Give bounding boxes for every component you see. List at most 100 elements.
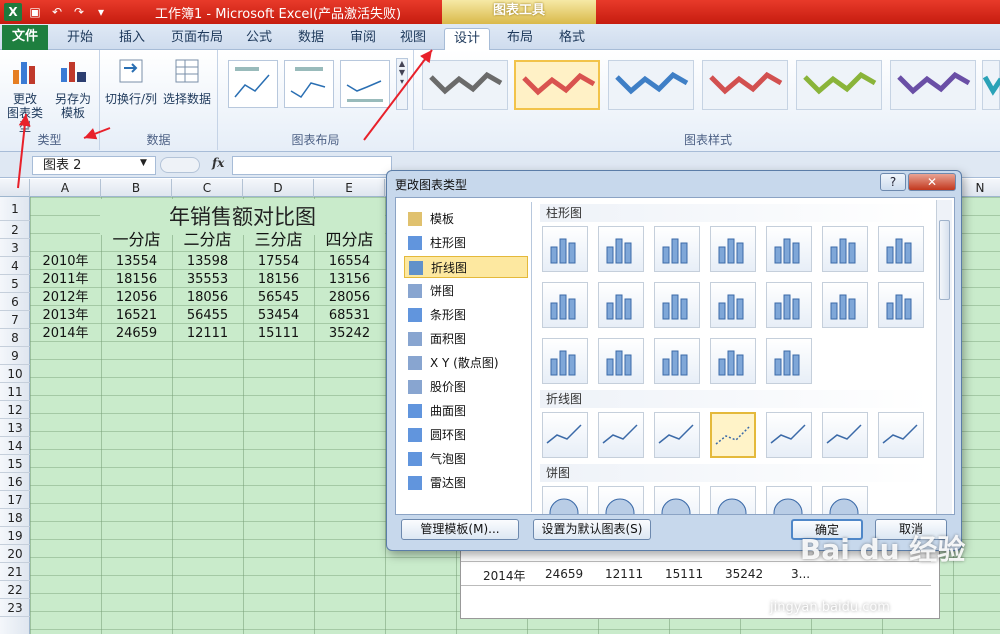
tab-view[interactable]: 视图 [394, 28, 432, 50]
chart-type-item[interactable]: 柱形图 [404, 232, 528, 254]
year-cell[interactable]: 2010年 [30, 253, 101, 271]
undo-icon[interactable]: ↶ [48, 3, 66, 21]
row-header-4[interactable]: 4 [0, 257, 30, 275]
column-subtype-option[interactable] [542, 338, 588, 384]
column-subtype-option[interactable] [822, 226, 868, 272]
line-subtype-option[interactable] [542, 412, 588, 458]
row-header-18[interactable]: 18 [0, 509, 30, 527]
line-subtype-option[interactable] [878, 412, 924, 458]
value-cell[interactable]: 13156 [314, 271, 385, 289]
manage-templates-button[interactable]: 管理模板(M)... [401, 519, 519, 540]
header-cell[interactable]: 三分店 [243, 231, 314, 249]
row-header-1[interactable]: 1 [0, 197, 30, 221]
line-subtype-option[interactable] [598, 412, 644, 458]
line-subtype-option[interactable] [766, 412, 812, 458]
col-header-a[interactable]: A [30, 179, 101, 197]
year-cell[interactable]: 2012年 [30, 289, 101, 307]
column-subtype-option[interactable] [766, 282, 812, 328]
gallery-scrollbar[interactable] [936, 200, 952, 514]
tab-formulas[interactable]: 公式 [240, 28, 278, 50]
pie-subtype-option[interactable] [598, 486, 644, 514]
formula-input[interactable] [232, 156, 392, 175]
column-subtype-option[interactable] [598, 338, 644, 384]
column-subtype-option[interactable] [598, 226, 644, 272]
switch-row-column-button[interactable]: 切换行/列 [104, 56, 158, 106]
row-header-11[interactable]: 11 [0, 383, 30, 401]
col-header-b[interactable]: B [101, 179, 172, 197]
header-cell[interactable]: 二分店 [172, 231, 243, 249]
chart-style-6[interactable] [890, 60, 976, 110]
save-as-template-button[interactable]: 另存为 模板 [50, 56, 96, 120]
line-subtype-option[interactable] [822, 412, 868, 458]
year-cell[interactable]: 2014年 [30, 325, 101, 343]
row-header-9[interactable]: 9 [0, 347, 30, 365]
chart-type-item[interactable]: 饼图 [404, 280, 528, 302]
layout-option-3[interactable] [340, 60, 390, 108]
pie-subtype-option[interactable] [542, 486, 588, 514]
row-header-2[interactable]: 2 [0, 221, 30, 239]
row-header-16[interactable]: 16 [0, 473, 30, 491]
col-header-c[interactable]: C [172, 179, 243, 197]
row-header-23[interactable]: 23 [0, 599, 30, 617]
row-header-8[interactable]: 8 [0, 329, 30, 347]
row-header-14[interactable]: 14 [0, 437, 30, 455]
column-subtype-option[interactable] [766, 338, 812, 384]
value-cell[interactable]: 18056 [172, 289, 243, 307]
value-cell[interactable]: 17554 [243, 253, 314, 271]
change-chart-type-button[interactable]: 更改 图表类型 [2, 56, 48, 134]
value-cell[interactable]: 15111 [243, 325, 314, 343]
pie-subtype-option[interactable] [766, 486, 812, 514]
line-subtype-option[interactable] [710, 412, 756, 458]
value-cell[interactable]: 13598 [172, 253, 243, 271]
column-subtype-option[interactable] [878, 226, 924, 272]
column-subtype-option[interactable] [654, 282, 700, 328]
chart-type-item[interactable]: 圆环图 [404, 424, 528, 446]
set-as-default-button[interactable]: 设置为默认图表(S) [533, 519, 651, 540]
column-subtype-option[interactable] [542, 282, 588, 328]
column-subtype-option[interactable] [822, 282, 868, 328]
chart-type-item[interactable]: 股价图 [404, 376, 528, 398]
save-icon[interactable]: ▣ [26, 3, 44, 21]
value-cell[interactable]: 35242 [314, 325, 385, 343]
chart-type-item[interactable]: 气泡图 [404, 448, 528, 470]
tab-page-layout[interactable]: 页面布局 [166, 28, 228, 50]
chart-style-3[interactable] [608, 60, 694, 110]
value-cell[interactable]: 53454 [243, 307, 314, 325]
insert-function-icon[interactable]: fx [212, 156, 224, 170]
column-subtype-option[interactable] [654, 338, 700, 384]
col-header-d[interactable]: D [243, 179, 314, 197]
row-header-12[interactable]: 12 [0, 401, 30, 419]
header-cell[interactable]: 一分店 [101, 231, 172, 249]
row-header-19[interactable]: 19 [0, 527, 30, 545]
row-header-15[interactable]: 15 [0, 455, 30, 473]
tab-layout[interactable]: 布局 [500, 28, 540, 50]
column-subtype-option[interactable] [878, 282, 924, 328]
tab-insert[interactable]: 插入 [112, 28, 152, 50]
row-header-7[interactable]: 7 [0, 311, 30, 329]
value-cell[interactable]: 24659 [101, 325, 172, 343]
col-header-e[interactable]: E [314, 179, 385, 197]
name-box-dropdown-icon[interactable]: ▼ [140, 158, 147, 168]
chart-type-item[interactable]: 折线图 [404, 256, 528, 278]
value-cell[interactable]: 56545 [243, 289, 314, 307]
tab-design[interactable]: 设计 [444, 28, 490, 50]
row-header-5[interactable]: 5 [0, 275, 30, 293]
value-cell[interactable]: 12056 [101, 289, 172, 307]
row-header-13[interactable]: 13 [0, 419, 30, 437]
row-header-22[interactable]: 22 [0, 581, 30, 599]
close-button[interactable]: ✕ [908, 173, 956, 191]
value-cell[interactable]: 35553 [172, 271, 243, 289]
row-header-10[interactable]: 10 [0, 365, 30, 383]
column-subtype-option[interactable] [710, 282, 756, 328]
row-header-17[interactable]: 17 [0, 491, 30, 509]
chart-type-item[interactable]: 曲面图 [404, 400, 528, 422]
value-cell[interactable]: 28056 [314, 289, 385, 307]
tab-format[interactable]: 格式 [552, 28, 592, 50]
chart-type-item[interactable]: 条形图 [404, 304, 528, 326]
gallery-scroll-thumb[interactable] [939, 220, 950, 300]
select-data-button[interactable]: 选择数据 [160, 56, 214, 106]
header-cell[interactable]: 四分店 [314, 231, 385, 249]
chart-type-item[interactable]: 雷达图 [404, 472, 528, 494]
value-cell[interactable]: 18156 [101, 271, 172, 289]
column-subtype-option[interactable] [598, 282, 644, 328]
